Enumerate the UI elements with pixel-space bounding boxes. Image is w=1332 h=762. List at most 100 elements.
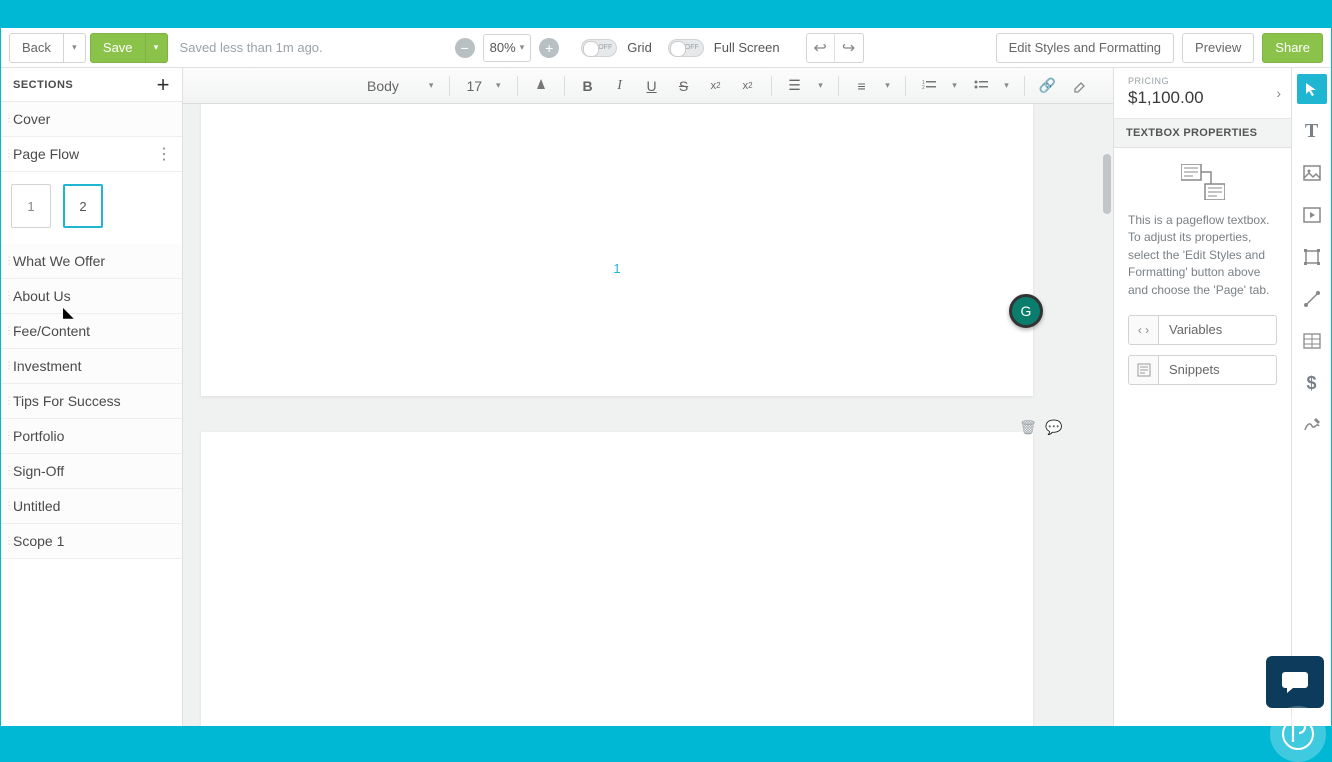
numbered-list-caret[interactable]: ▾ [948, 73, 962, 99]
numbered-list-button[interactable]: 12 [916, 73, 942, 99]
back-button[interactable]: Back [9, 33, 64, 63]
page-2[interactable]: 🗑 💬 Click to add c... [201, 432, 1033, 726]
image-tool[interactable] [1297, 158, 1327, 188]
shape-tool[interactable] [1297, 242, 1327, 272]
page-number: 1 [613, 261, 620, 276]
text-style-dropdown[interactable]: Body▾ [361, 73, 439, 99]
line-spacing-caret[interactable]: ▾ [814, 73, 828, 99]
zoom-out-button[interactable]: − [455, 38, 475, 58]
drag-handle-icon[interactable]: ⋮⋮ [4, 329, 24, 334]
delete-page-button[interactable]: 🗑 [1019, 418, 1037, 436]
zoom-value-dropdown[interactable]: 80%▾ [483, 34, 532, 62]
section-item-untitled[interactable]: ⋮⋮Untitled [1, 489, 182, 524]
drag-handle-icon[interactable]: ⋮⋮ [4, 469, 24, 474]
drag-handle-icon[interactable]: ⋮⋮ [4, 434, 24, 439]
zoom-in-button[interactable]: + [539, 38, 559, 58]
canvas-area[interactable]: 1 🗑 💬 Click to add c... G [183, 104, 1113, 726]
drag-handle-icon[interactable]: ⋮⋮ [4, 294, 24, 299]
subscript-button[interactable]: x2 [703, 73, 729, 99]
clear-format-button[interactable] [1067, 73, 1093, 99]
pricing-tool[interactable]: $ [1297, 368, 1327, 398]
font-size-dropdown[interactable]: 17▾ [460, 73, 506, 99]
pointer-tool[interactable] [1297, 74, 1327, 104]
underline-button[interactable]: U [639, 73, 665, 99]
grammarly-widget[interactable]: G [1009, 294, 1043, 328]
align-caret[interactable]: ▾ [881, 73, 895, 99]
section-item-sign-off[interactable]: ⋮⋮Sign-Off [1, 454, 182, 489]
video-tool[interactable] [1297, 200, 1327, 230]
save-dropdown[interactable]: ▾ [146, 33, 168, 63]
fullscreen-toggle[interactable]: OFF [668, 39, 704, 57]
grid-toggle-label: Grid [627, 40, 652, 55]
section-item-portfolio[interactable]: ⋮⋮Portfolio [1, 419, 182, 454]
grid-toggle[interactable]: OFF [581, 39, 617, 57]
properties-title: TEXTBOX PROPERTIES [1114, 119, 1291, 148]
tool-rail: T $ [1291, 68, 1331, 726]
share-button[interactable]: Share [1262, 33, 1323, 63]
content-placeholder[interactable]: Click to add c... [201, 724, 1033, 726]
add-section-button[interactable]: + [157, 72, 170, 98]
back-dropdown[interactable]: ▾ [64, 33, 86, 63]
drag-handle-icon[interactable]: ⋮⋮ [4, 364, 24, 369]
text-color-button[interactable] [528, 73, 554, 99]
textbox-icon [1178, 162, 1228, 202]
section-item-page-flow[interactable]: ⋮⋮ Page Flow ⋮ [1, 137, 182, 172]
pricing-label: PRICING [1128, 76, 1277, 86]
drag-handle-icon[interactable]: ⋮⋮ [4, 399, 24, 404]
save-button[interactable]: Save [90, 33, 146, 63]
drag-handle-icon[interactable]: ⋮⋮ [4, 539, 24, 544]
section-item-fee-content[interactable]: ⋮⋮Fee/Content [1, 314, 182, 349]
section-item-cover[interactable]: ⋮⋮Cover [1, 102, 182, 137]
editor-column: Body▾ 17▾ B I U S x2 x2 ☰ ▾ ≡ ▾ 12 [183, 68, 1113, 726]
align-button[interactable]: ≡ [849, 73, 875, 99]
section-item-tips-for-success[interactable]: ⋮⋮Tips For Success [1, 384, 182, 419]
svg-text:2: 2 [922, 85, 925, 91]
drag-handle-icon[interactable]: ⋮⋮ [4, 259, 24, 264]
sections-title: SECTIONS [13, 79, 73, 91]
section-item-about-us[interactable]: ⋮⋮About Us [1, 279, 182, 314]
variables-button[interactable]: ‹ › Variables [1128, 315, 1277, 345]
snippets-button[interactable]: Snippets [1128, 355, 1277, 385]
page-thumb-2[interactable]: 2 [63, 184, 103, 228]
table-tool[interactable] [1297, 326, 1327, 356]
redo-button[interactable]: ↪ [835, 34, 863, 62]
top-toolbar: Back ▾ Save ▾ Saved less than 1m ago. − … [1, 28, 1331, 68]
drag-handle-icon[interactable]: ⋮⋮ [4, 504, 24, 509]
bullet-list-button[interactable] [968, 73, 994, 99]
section-more-button[interactable]: ⋮ [156, 144, 172, 164]
section-item-scope-1[interactable]: ⋮⋮Scope 1 [1, 524, 182, 559]
caret-down-icon: ▾ [72, 42, 77, 53]
italic-button[interactable]: I [607, 73, 633, 99]
section-item-investment[interactable]: ⋮⋮Investment [1, 349, 182, 384]
preview-button[interactable]: Preview [1182, 33, 1254, 63]
line-tool[interactable] [1297, 284, 1327, 314]
undo-button[interactable]: ↩ [807, 34, 835, 62]
chevron-right-icon: › [1276, 85, 1281, 101]
link-button[interactable]: 🔗 [1035, 73, 1061, 99]
superscript-button[interactable]: x2 [735, 73, 761, 99]
line-spacing-button[interactable]: ☰ [782, 73, 808, 99]
edit-styles-button[interactable]: Edit Styles and Formatting [996, 33, 1174, 63]
section-item-what-we-offer[interactable]: ⋮⋮What We Offer [1, 244, 182, 279]
brand-logo[interactable] [1270, 706, 1326, 762]
chat-widget[interactable] [1266, 656, 1324, 708]
drag-handle-icon[interactable]: ⋮⋮ [4, 152, 24, 157]
strikethrough-button[interactable]: S [671, 73, 697, 99]
caret-down-icon: ▾ [154, 42, 159, 53]
bold-button[interactable]: B [575, 73, 601, 99]
sections-panel: SECTIONS + ⋮⋮Cover ⋮⋮ Page Flow ⋮ 1 2 ⋮⋮… [1, 68, 183, 726]
pricing-block[interactable]: PRICING $1,100.00 › [1114, 68, 1291, 119]
scrollbar-thumb[interactable] [1103, 154, 1111, 214]
properties-panel: PRICING $1,100.00 › TEXTBOX PROPERTIES T… [1113, 68, 1291, 726]
drag-handle-icon[interactable]: ⋮⋮ [4, 117, 24, 122]
bullet-list-caret[interactable]: ▾ [1000, 73, 1014, 99]
page-1[interactable]: 1 [201, 104, 1033, 396]
signature-tool[interactable] [1297, 410, 1327, 440]
text-tool[interactable]: T [1297, 116, 1327, 146]
page-thumb-1[interactable]: 1 [11, 184, 51, 228]
back-button-group: Back ▾ [9, 33, 86, 63]
page-thumbnails: 1 2 [1, 172, 182, 244]
save-status: Saved less than 1m ago. [180, 40, 323, 55]
properties-description: This is a pageflow textbox. To adjust it… [1128, 212, 1277, 299]
page-comment-button[interactable]: 💬 [1045, 418, 1063, 436]
